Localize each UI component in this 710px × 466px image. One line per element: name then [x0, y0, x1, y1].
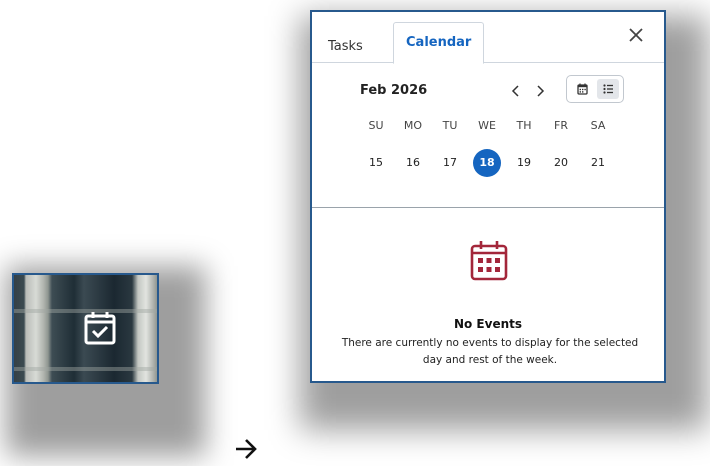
tab-calendar[interactable]: Calendar [393, 22, 485, 64]
close-icon[interactable] [628, 27, 644, 43]
calendar-view-button[interactable] [571, 79, 593, 99]
tab-baseline [312, 62, 664, 63]
date-cell[interactable]: 19 [510, 149, 538, 177]
background-rail [14, 367, 157, 371]
chevron-left-icon[interactable] [510, 84, 522, 98]
chevron-right-icon[interactable] [534, 84, 546, 98]
date-cell[interactable]: 17 [436, 149, 464, 177]
section-divider [312, 207, 664, 208]
date-cell[interactable]: 16 [399, 149, 427, 177]
calendar-panel: Tasks Calendar Feb 2026 SU MO TU WE TH F… [310, 10, 666, 383]
weekday-label: FR [554, 119, 568, 132]
date-cell[interactable]: 21 [584, 149, 612, 177]
calendar-grid-icon [470, 241, 508, 281]
date-cell[interactable]: 20 [547, 149, 575, 177]
list-view-button[interactable] [597, 79, 619, 99]
date-cell-selected[interactable]: 18 [473, 149, 501, 177]
empty-state-title: No Events [453, 317, 523, 331]
weekday-header-row: SU MO TU WE TH FR SA [362, 119, 614, 135]
week-dates-row: 15 16 17 18 19 20 21 [362, 149, 614, 177]
weekday-label: TU [442, 119, 458, 132]
arrow-right-icon [236, 439, 257, 459]
weekday-label: SU [368, 119, 384, 132]
calendar-check-icon [84, 312, 116, 345]
tab-tasks[interactable]: Tasks [328, 34, 363, 63]
tab-bar: Tasks Calendar [312, 12, 664, 64]
calendar-launcher-thumbnail[interactable] [12, 273, 159, 384]
weekday-label: WE [478, 119, 496, 132]
month-label: Feb 2026 [360, 83, 428, 98]
weekday-label: TH [516, 119, 532, 132]
weekday-label: SA [590, 119, 606, 132]
empty-state-message: There are currently no events to display… [341, 337, 639, 366]
calendar-view-icon [577, 83, 588, 95]
list-view-icon [603, 84, 613, 94]
view-toggle [566, 75, 624, 103]
weekday-label: MO [403, 119, 423, 132]
date-cell[interactable]: 15 [362, 149, 390, 177]
